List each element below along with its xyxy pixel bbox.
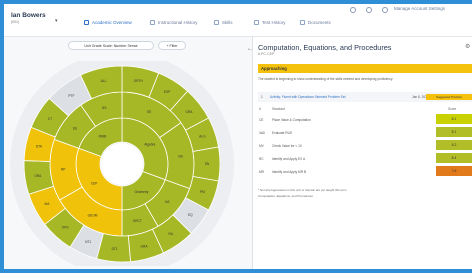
performance-level-banner: Approaching	[258, 64, 472, 73]
domain-label: Algebra	[144, 143, 155, 147]
column-code: #	[259, 107, 261, 111]
standard-code: VaD	[259, 131, 265, 135]
skill-label: OPS	[62, 225, 69, 229]
skill-label: DTA	[36, 145, 43, 149]
standard-description: Identify and Apply MR B	[272, 170, 307, 174]
score-badge: 8.1	[436, 127, 472, 137]
grade-scale-dropdown[interactable]: Unit Grade Scale: Number Sense	[68, 41, 154, 50]
skill-label: ALG	[199, 135, 206, 139]
domain-sunburst[interactable]: AlgebraGeometryCEPRMMEENSHAORCTGEOMRPEEN…	[8, 61, 236, 266]
standard-code: MR	[259, 170, 264, 174]
score-badge: 8.2	[436, 140, 472, 150]
table-row[interactable]: RC Identify and Apply EX A 8.4	[258, 153, 472, 164]
subdomain-label: GEOM	[88, 213, 98, 217]
domain-label: Geometry	[135, 190, 149, 194]
overview-icon	[84, 20, 89, 25]
skill-label: ORA	[34, 174, 42, 178]
table-row[interactable]: CE Place Value & Computation 8.1	[258, 114, 472, 125]
notification-icon[interactable]	[350, 7, 356, 13]
subdomain-label: NS	[178, 154, 182, 158]
standard-description: Identify and Apply EX A	[272, 157, 306, 161]
standard-description: Check Value for < 10	[272, 144, 302, 148]
help-icon[interactable]	[366, 7, 372, 13]
documents-icon	[300, 20, 305, 25]
settings-icon[interactable]	[382, 7, 388, 13]
skill-label: PTF	[68, 94, 74, 98]
skill-label: GRA	[186, 110, 194, 114]
activity-number: 1	[261, 95, 263, 99]
skill-label: PM	[200, 190, 205, 194]
suggested-practice-button[interactable]: Suggested Practice	[426, 94, 472, 100]
tab-label: Academic Overview	[92, 20, 132, 25]
tab-skills[interactable]: Skills	[214, 20, 233, 25]
domain-code: 6.PC.CEP	[258, 52, 275, 56]
student-id: (001)	[11, 20, 20, 24]
detail-pane: Computation, Equations, and Procedures 6…	[253, 37, 472, 269]
subdomain-label: NS	[102, 106, 106, 110]
student-selector[interactable]: Ian Bowers (001)	[11, 12, 46, 26]
column-standard: Standard	[272, 107, 285, 111]
sunburst-pane: Unit Grade Scale: Number Sense + Filter …	[4, 37, 252, 269]
skill-label: ORTH	[134, 79, 144, 83]
tab-label: Documents	[308, 20, 331, 25]
skill-label: ALL	[101, 79, 107, 83]
domain-label: CEP	[91, 182, 98, 186]
test-history-icon	[254, 20, 259, 25]
skill-label: GRA	[141, 244, 149, 248]
suggested-activity-row: 1 Activity: Fluent with Operations Selec…	[258, 92, 472, 102]
score-badge: 8.4	[436, 153, 472, 163]
level-description: The student is beginning to show underst…	[258, 77, 394, 81]
subdomain-label: EE	[73, 126, 77, 130]
tab-label: Instructional History	[158, 20, 198, 25]
standard-code: CE	[259, 118, 264, 122]
table-row[interactable]: VaD Evaluate RUS 8.1	[258, 127, 472, 138]
account-menu[interactable]: Manage Account Settings	[394, 6, 445, 11]
skill-label: EXP	[164, 90, 170, 94]
tab-instructional-history[interactable]: Instructional History	[150, 20, 198, 25]
top-navigation-bar: Ian Bowers (001) ▾ Academic Overview Ins…	[4, 4, 472, 37]
skill-label: NT1	[85, 240, 91, 244]
score-badge: 7.6	[436, 166, 472, 176]
tab-documents[interactable]: Documents	[300, 20, 331, 25]
chevron-down-icon[interactable]: ▾	[55, 18, 58, 24]
tab-label: Skills	[222, 20, 233, 25]
tab-academic-overview[interactable]: Academic Overview	[84, 20, 132, 25]
tab-test-history[interactable]: Test History	[254, 20, 286, 25]
skills-icon	[214, 20, 219, 25]
domain-label: RMM	[99, 134, 107, 138]
filter-button[interactable]: + Filter	[158, 41, 186, 50]
standard-code: MV	[259, 144, 264, 148]
activity-link[interactable]: Activity: Fluent with Operations Selecte…	[270, 92, 345, 102]
standard-code: RC	[259, 157, 264, 161]
score-badge: 8.1	[436, 114, 472, 124]
subdomain-label: RP	[61, 167, 65, 171]
table-footnote: * Not all progressions in this unit or d…	[258, 188, 347, 192]
domain-title: Computation, Equations, and Procedures	[258, 43, 392, 52]
skill-label: SN	[205, 162, 210, 166]
table-footnote-domain: Computation, Equations, and Procedures	[258, 194, 313, 198]
table-row[interactable]: MR Identify and Apply MR B 7.6	[258, 166, 472, 177]
sunburst-center	[101, 143, 143, 185]
student-name: Ian Bowers	[11, 12, 46, 19]
standard-description: Place Value & Computation	[272, 118, 311, 122]
column-score: Score	[448, 107, 457, 111]
skill-label: EQ	[188, 213, 193, 217]
subdomain-label: EE	[147, 110, 151, 114]
gear-icon[interactable]: ⚙	[465, 43, 470, 50]
skill-label: CT	[48, 117, 52, 121]
tab-label: Test History	[262, 20, 286, 25]
table-row[interactable]: MV Check Value for < 10 8.2	[258, 140, 472, 151]
history-icon	[150, 20, 155, 25]
subdomain-label: ORCT	[133, 219, 142, 223]
skill-label: DT1	[112, 247, 118, 251]
standard-description: Evaluate RUS	[272, 131, 293, 135]
